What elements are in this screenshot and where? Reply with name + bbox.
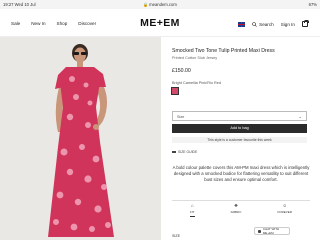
fabric-icon: ❖ [233, 203, 238, 208]
tabs-divider [172, 200, 310, 201]
product-image[interactable] [0, 37, 161, 240]
product-description: A bold colour palette covers this AM-PM … [172, 165, 310, 183]
search-icon [252, 21, 257, 27]
add-to-bag-button[interactable]: Add to bag [172, 124, 307, 133]
hanger-icon: ⌂ [190, 203, 194, 208]
favourite-note: This style is a customer favourite this … [172, 137, 307, 143]
colour-name: Bright Camellia Pink/Rio Red [172, 81, 221, 85]
tab-forever[interactable]: ☺ FOREVER [277, 203, 292, 217]
lock-icon: 🔒 [143, 1, 149, 7]
chevron-down-icon: ⌄ [298, 113, 302, 119]
size-select-label: Size [177, 114, 185, 119]
tab-fit[interactable]: ⌂ FIT [190, 203, 195, 217]
size-guide-label: SIZE GUIDE [178, 150, 198, 154]
size-select[interactable]: Size ⌄ [172, 111, 307, 121]
chat-icon [258, 229, 261, 233]
search-label: Search [259, 21, 274, 27]
sign-in-link[interactable]: Sign In [281, 22, 295, 27]
product-subtitle: Printed Cotton Slub Jersey [172, 56, 218, 60]
forever-icon: ☺ [282, 203, 288, 208]
model-illustration [0, 37, 161, 240]
uk-flag-icon[interactable] [238, 21, 246, 27]
colour-swatch[interactable] [170, 86, 180, 96]
info-tabs: ⌂ FIT ❖ FABRIC ☺ FOREVER [172, 203, 310, 217]
product-title: Smocked Two Tone Tulip Printed Maxi Dres… [172, 48, 275, 54]
header-actions: Search Sign In [238, 20, 309, 27]
tab-fabric-label: FABRIC [230, 210, 242, 214]
product-price: £150.00 [172, 68, 191, 74]
search-button[interactable]: Search [252, 22, 274, 27]
size-guide-link[interactable]: SIZE GUIDE [172, 150, 197, 154]
status-bar: 19:27 Wed 10 Jul 🔒meandem.com 67% [0, 0, 320, 9]
size-section-heading: SIZE [172, 234, 180, 238]
address-bar[interactable]: 🔒meandem.com [0, 2, 320, 7]
site-header: Sale New In Shop Discover ME+EM Search S… [0, 9, 320, 37]
url-text: meandem.com [149, 1, 177, 7]
chat-button[interactable]: CHAT WITH ME+EM [254, 227, 290, 235]
tab-forever-label: FOREVER [277, 210, 292, 214]
ruler-icon [172, 150, 176, 154]
tab-fit-label: FIT [190, 210, 195, 214]
tab-fabric[interactable]: ❖ FABRIC [231, 203, 242, 217]
battery-indicator: 67% [308, 1, 317, 7]
chat-label: CHAT WITH ME+EM [262, 227, 280, 235]
bag-icon[interactable] [302, 20, 309, 27]
